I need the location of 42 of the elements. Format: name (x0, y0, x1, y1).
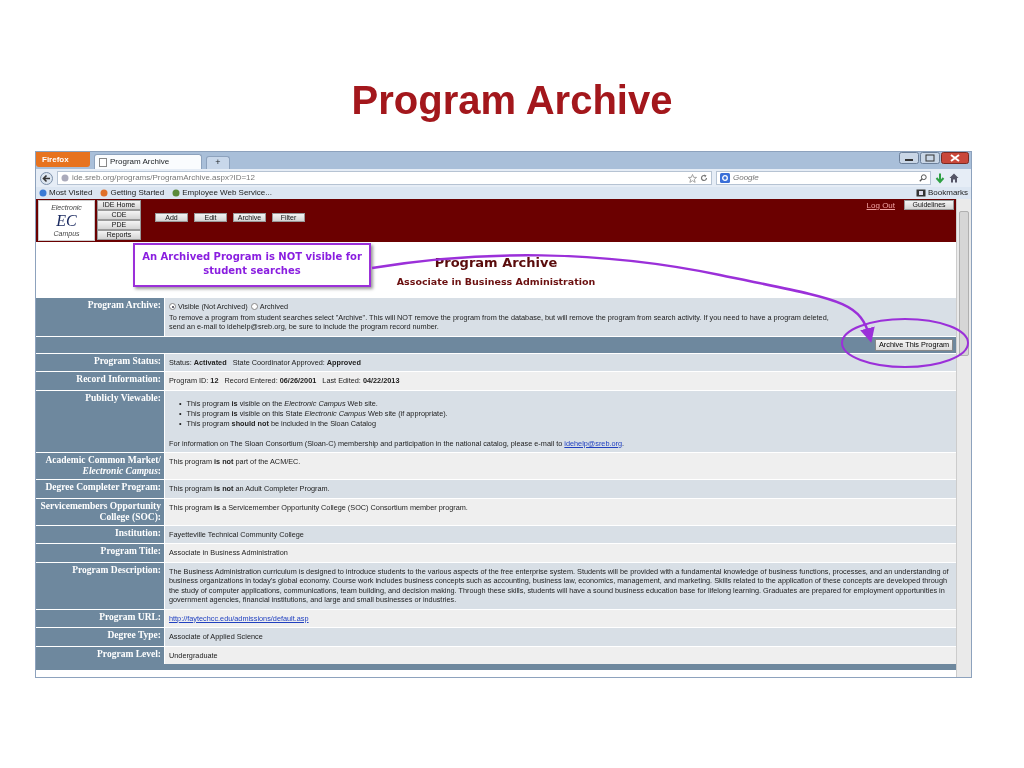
new-tab-button[interactable]: + (206, 156, 230, 169)
field-label: Program Description: (36, 562, 164, 609)
google-icon (720, 173, 730, 183)
bookmark-icon (39, 189, 47, 197)
star-icon[interactable] (688, 173, 697, 183)
field-label: Servicemembers Opportunity College (SOC): (36, 498, 164, 525)
reload-icon[interactable] (700, 174, 708, 182)
browser-tab[interactable]: Program Archive (94, 154, 202, 169)
close-icon[interactable] (941, 152, 969, 164)
bookmark-icon (100, 189, 109, 197)
program-subheading: Associate in Business Administration (396, 276, 596, 288)
minimize-icon[interactable] (899, 152, 919, 164)
field-label: Program Title: (36, 544, 164, 562)
field-label: Program Status: (36, 353, 164, 372)
bookmark-link[interactable]: Employee Web Service... (182, 187, 272, 199)
bookmark-icon (172, 189, 181, 197)
field-label: Program Archive: (36, 298, 164, 336)
field-label: Degree Type: (36, 628, 164, 646)
home-icon[interactable] (949, 173, 959, 183)
field-label: Program Level: (36, 646, 164, 665)
search-field[interactable]: Google (716, 171, 931, 185)
page-icon (99, 157, 107, 167)
radio-button[interactable] (250, 303, 258, 311)
download-icon[interactable] (935, 172, 945, 184)
page-heading: Program Archive (434, 255, 558, 270)
scrollbar[interactable] (956, 199, 971, 677)
annotation-callout: An Archived Program is NOT visible for student searches (133, 243, 371, 287)
radio-button[interactable] (169, 303, 176, 311)
field-label: Publicly Viewable: (36, 390, 164, 453)
field-label: Institution: (36, 525, 164, 544)
search-icon[interactable] (919, 174, 927, 182)
bookmarks-menu[interactable]: Bookmarks (928, 187, 968, 199)
address-bar[interactable]: ide.sreb.org/programs/ProgramArchive.aspx?ID=12 (57, 171, 712, 185)
field-label: Academic Common Market/ Electronic Campus: (36, 453, 164, 480)
field-label: Degree Completer Program: (36, 480, 164, 498)
bookmark-link[interactable]: Getting Started (110, 187, 165, 199)
field-label: Program URL: (36, 609, 164, 628)
slide-title: Program Archive (351, 78, 673, 122)
field-label: Record Information: (36, 372, 164, 390)
back-icon[interactable] (40, 171, 53, 185)
logout-link[interactable]: Log Out (866, 201, 896, 210)
bookmark-link[interactable]: Most Visited (49, 187, 93, 199)
